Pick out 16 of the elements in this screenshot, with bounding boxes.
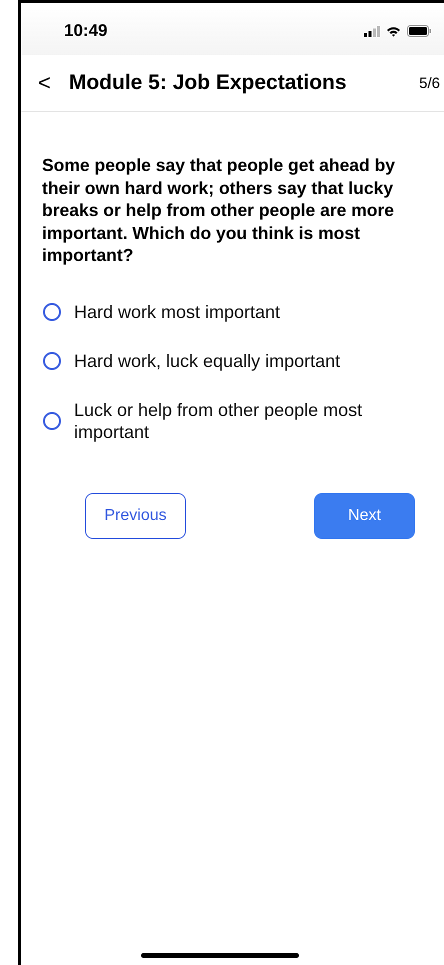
option-label[interactable]: Hard work, luck equally important bbox=[74, 350, 364, 372]
radio-button[interactable] bbox=[43, 302, 61, 320]
module-title: Module 5: Job Expectations bbox=[68, 71, 348, 95]
progress-count: 5/6 bbox=[419, 74, 440, 92]
option-label[interactable]: Luck or help from other people most important bbox=[74, 398, 364, 442]
next-button[interactable]: Next bbox=[314, 492, 415, 538]
signal-icon bbox=[364, 26, 380, 36]
option-label[interactable]: Hard work most important bbox=[74, 300, 364, 322]
previous-button[interactable]: Previous bbox=[85, 492, 186, 538]
question-text: Some people say that people get ahead by their own hard work; others say that lucky breaks or help from other people are more important. Which do you think is most important? bbox=[41, 154, 396, 266]
radio-button[interactable] bbox=[43, 412, 61, 430]
wifi-icon bbox=[386, 26, 401, 36]
back-button[interactable]: < bbox=[38, 70, 51, 96]
battery-icon bbox=[407, 25, 432, 37]
radio-button[interactable] bbox=[43, 352, 61, 370]
status-time: 10:49 bbox=[64, 21, 108, 41]
